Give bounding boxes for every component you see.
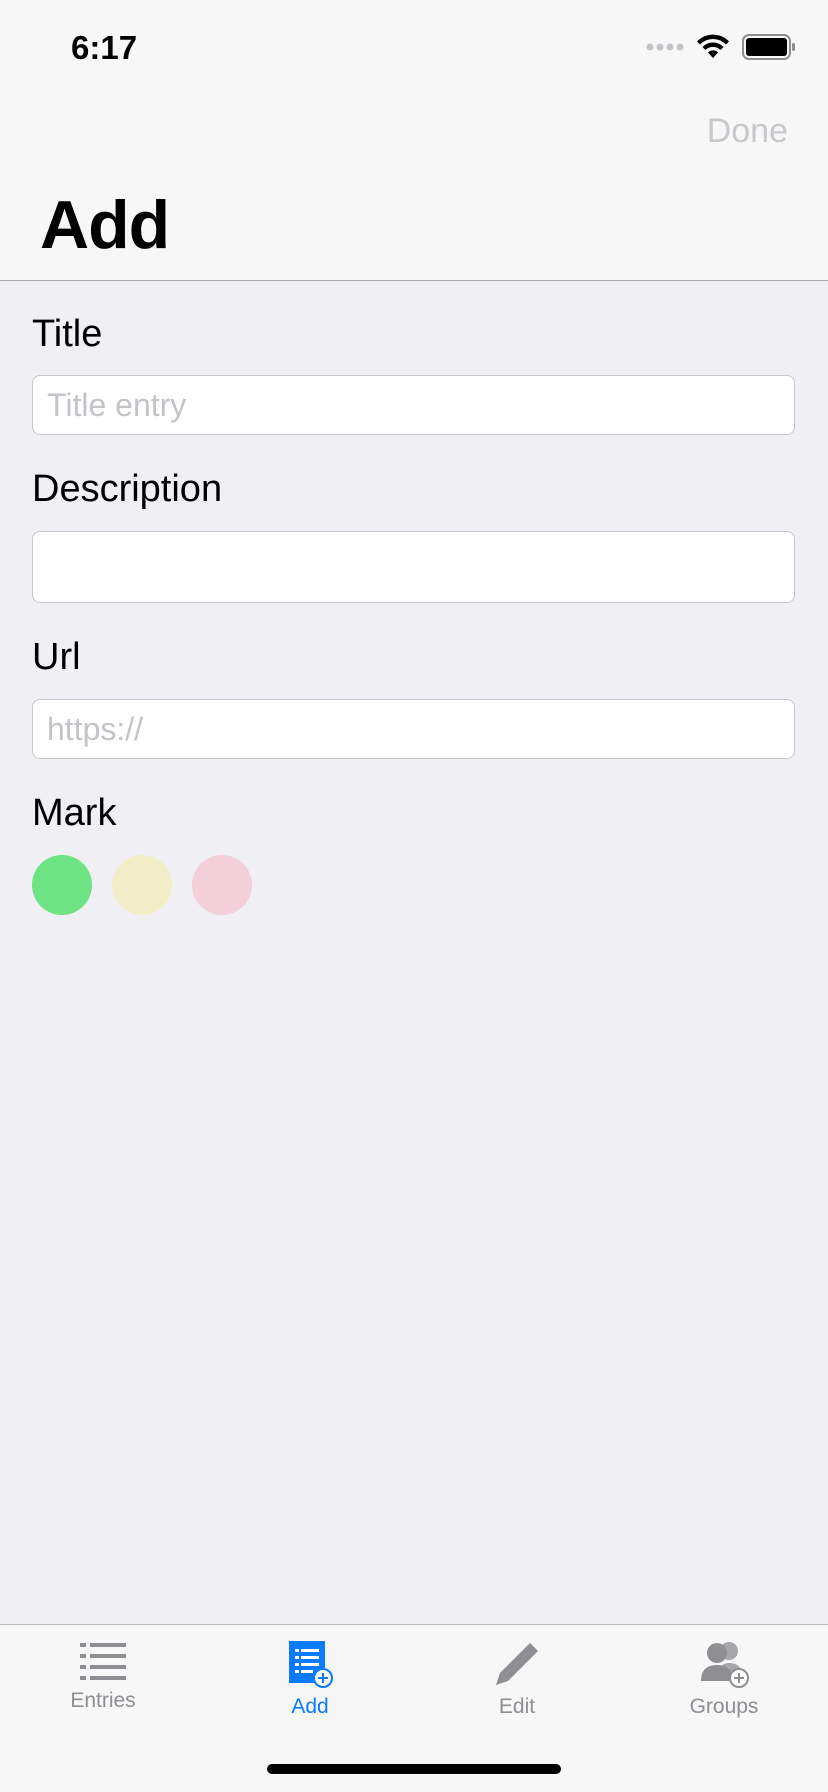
tab-add-label: Add [291, 1695, 329, 1718]
add-group-icon [701, 1642, 749, 1688]
status-time: 6:17 [71, 29, 138, 66]
add-entry-icon [289, 1641, 333, 1688]
description-label: Description [32, 468, 223, 510]
description-input[interactable] [32, 531, 795, 603]
navigation-bar: 6:17 Done Add [0, 0, 828, 281]
url-input[interactable] [32, 699, 795, 759]
cellular-signal-icon [646, 43, 684, 51]
title-input[interactable] [32, 375, 795, 435]
tab-groups[interactable]: Groups [634, 1639, 814, 1719]
tab-entries-label: Entries [70, 1689, 136, 1712]
tab-groups-label: Groups [689, 1695, 759, 1718]
battery-icon [742, 34, 795, 60]
url-label: Url [32, 636, 81, 678]
done-button[interactable]: Done [707, 112, 788, 151]
wifi-icon [697, 34, 729, 58]
title-label: Title [32, 313, 103, 355]
mark-label: Mark [32, 792, 117, 834]
tab-entries[interactable]: Entries [13, 1639, 193, 1713]
list-icon [80, 1643, 126, 1680]
tab-edit[interactable]: Edit [427, 1639, 607, 1719]
tab-edit-label: Edit [498, 1695, 536, 1718]
status-icons [646, 34, 796, 60]
mark-yellow-option[interactable] [112, 855, 172, 915]
mark-color-picker [32, 855, 252, 915]
add-screen: 6:17 Done Add Title Descripti [0, 0, 828, 1792]
mark-green-option[interactable] [32, 855, 92, 915]
page-title: Add [40, 187, 170, 263]
pencil-icon [496, 1643, 538, 1685]
tab-add[interactable]: Add [220, 1639, 400, 1719]
home-indicator [267, 1764, 561, 1774]
mark-pink-option[interactable] [192, 855, 252, 915]
